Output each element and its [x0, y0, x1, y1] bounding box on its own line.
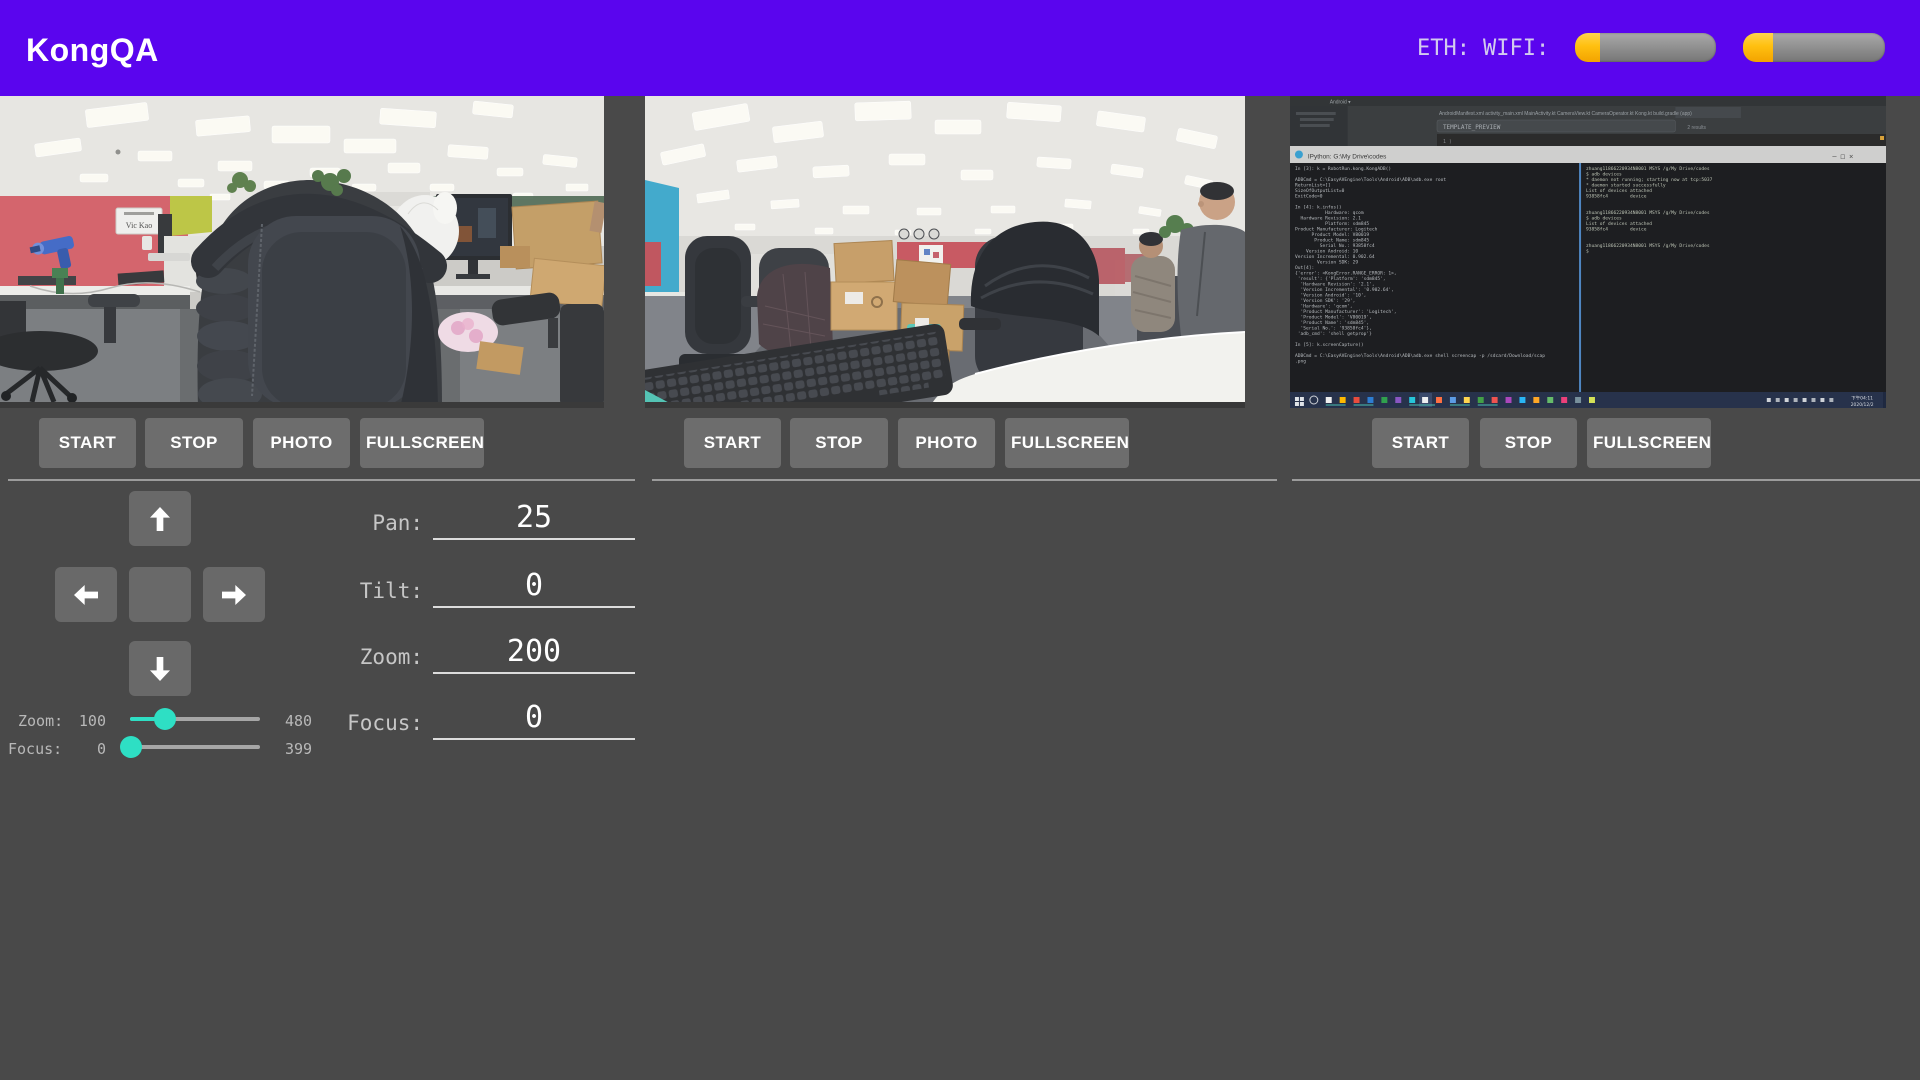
- focus-slider[interactable]: [130, 745, 260, 749]
- ptz-home-button[interactable]: [129, 567, 191, 622]
- camera3-divider: [1292, 479, 1920, 481]
- camera-2-feed: [645, 96, 1245, 408]
- taskbar-clock-date: 2020/12/2: [1851, 402, 1874, 408]
- camera1-photo-button[interactable]: PHOTO: [253, 418, 350, 468]
- wifi-signal-bar: [1743, 33, 1885, 62]
- ide-window: Android ▾ AndroidManifest.xml activity_m…: [1290, 96, 1886, 146]
- ide-search-text: TEMPLATE_PREVIEW: [1443, 124, 1501, 131]
- svg-text:1 ): 1 ): [1443, 139, 1452, 145]
- ipython-console-left: In [3]: k = RobotRun.kong.KongADB() ADBC…: [1295, 166, 1573, 364]
- focus-slider-label: Focus:: [8, 740, 62, 758]
- focus-field-label: Focus:: [223, 711, 423, 735]
- svg-text:– □ ✕: – □ ✕: [1832, 152, 1853, 160]
- msys-terminal-right: zhuang11866220934N8001 MSYS /g/My Drive/…: [1586, 166, 1884, 254]
- wifi-signal-fill: [1743, 33, 1773, 62]
- camera1-start-button[interactable]: START: [39, 418, 136, 468]
- camera2-fullscreen-button[interactable]: FULLSCREEN: [1005, 418, 1129, 468]
- app-header: KongQA ETH: WIFI:: [0, 0, 1920, 96]
- eth-signal-fill: [1575, 33, 1600, 62]
- ptz-up-button[interactable]: [129, 491, 191, 546]
- camera2-divider: [652, 479, 1277, 481]
- focus-slider-value: 0: [58, 740, 106, 758]
- camera1-fullscreen-button[interactable]: FULLSCREEN: [360, 418, 484, 468]
- zoom-slider-label: Zoom:: [18, 712, 63, 730]
- focus-slider-max: 399: [285, 740, 312, 758]
- camera3-fullscreen-button[interactable]: FULLSCREEN: [1587, 418, 1711, 468]
- ipython-titlebar: IPython: G:\My Drive\codes – □ ✕: [1290, 146, 1886, 163]
- ptz-left-button[interactable]: [55, 567, 117, 622]
- zoom-field-label: Zoom:: [223, 645, 423, 669]
- camera-3-feed: Android ▾ AndroidManifest.xml activity_m…: [1290, 96, 1886, 408]
- arrow-up-icon: [144, 503, 176, 535]
- pan-field-label: Pan:: [223, 511, 423, 535]
- eth-signal-bar: [1575, 33, 1716, 62]
- focus-field-input[interactable]: [433, 696, 635, 740]
- focus-slider-thumb[interactable]: [120, 736, 142, 758]
- zoom-slider-value: 100: [58, 712, 106, 730]
- camera3-start-button[interactable]: START: [1372, 418, 1469, 468]
- pan-field-input[interactable]: [433, 496, 635, 540]
- window-title: IPython: G:\My Drive\codes: [1308, 153, 1386, 160]
- eth-label: ETH:: [1417, 36, 1470, 61]
- camera1-stop-button[interactable]: STOP: [145, 418, 243, 468]
- arrow-down-icon: [144, 653, 176, 685]
- app-title: KongQA: [26, 32, 159, 69]
- ide-tabs: AndroidManifest.xml activity_main.xml Ma…: [1439, 111, 1692, 117]
- ptz-down-button[interactable]: [129, 641, 191, 696]
- zoom-field-input[interactable]: [433, 630, 635, 674]
- svg-text:Android ▾: Android ▾: [1330, 99, 1351, 105]
- tilt-field-input[interactable]: [433, 564, 635, 608]
- camera1-divider: [8, 479, 635, 481]
- camera-1-feed: Vic Kao: [0, 96, 604, 408]
- camera2-start-button[interactable]: START: [684, 418, 781, 468]
- tilt-field-label: Tilt:: [223, 579, 423, 603]
- camera3-stop-button[interactable]: STOP: [1480, 418, 1577, 468]
- wifi-label: WIFI:: [1483, 36, 1549, 61]
- ide-search-meta: 2 results: [1687, 125, 1706, 131]
- camera2-photo-button[interactable]: PHOTO: [898, 418, 995, 468]
- zoom-slider-thumb[interactable]: [154, 708, 176, 730]
- camera2-stop-button[interactable]: STOP: [790, 418, 888, 468]
- arrow-left-icon: [70, 579, 102, 611]
- windows-taskbar: 下午04:11 2020/12/2: [1290, 392, 1886, 408]
- taskbar-clock-time: 下午04:11: [1851, 394, 1873, 401]
